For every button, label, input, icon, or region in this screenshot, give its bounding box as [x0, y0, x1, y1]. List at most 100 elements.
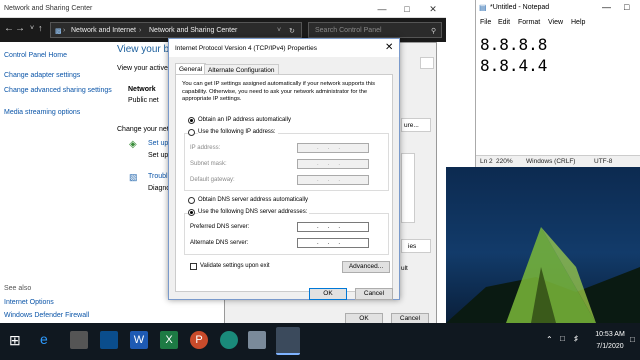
menu-file[interactable]: File — [480, 19, 491, 26]
properties-button[interactable]: ies — [401, 239, 431, 253]
menu-format[interactable]: Format — [518, 19, 540, 26]
use-dns-radio[interactable] — [188, 209, 195, 216]
troubleshoot-icon: ▧ — [129, 172, 138, 182]
close-icon[interactable]: ✕ — [385, 42, 393, 53]
status-zoom: 220% — [496, 158, 513, 165]
list-scrollbar[interactable] — [401, 153, 415, 223]
ok-button[interactable]: OK — [309, 288, 347, 300]
breadcrumb-item[interactable]: Network and Sharing Center — [149, 27, 237, 34]
status-encoding: UTF-8 — [594, 158, 613, 165]
mail-icon[interactable] — [100, 331, 118, 349]
sidebar-item-firewall[interactable]: Windows Defender Firewall — [4, 312, 89, 319]
notepad-window: ▤ *Untitled - Notepad — □ File Edit Form… — [475, 0, 640, 167]
taskbar: ⊞ e W X P ⌃ □ ♯ 10:53 AM 7/1/2020 □ — [0, 323, 640, 360]
store-icon[interactable] — [70, 331, 88, 349]
status-line-ending: Windows (CRLF) — [526, 158, 576, 165]
excel-icon[interactable]: X — [160, 331, 178, 349]
network-type: Public net — [128, 97, 159, 104]
network-icon[interactable]: □ — [560, 334, 565, 343]
sidebar-item-home[interactable]: Control Panel Home — [4, 52, 67, 59]
up-icon[interactable]: ↑ — [38, 23, 43, 33]
ip-address-field[interactable]: ... — [297, 143, 369, 153]
tray-chevron-icon[interactable]: ⌃ — [546, 335, 553, 344]
dialog-title: Internet Protocol Version 4 (TCP/IPv4) P… — [175, 45, 317, 52]
app-icon[interactable] — [220, 331, 238, 349]
maximize-icon[interactable]: □ — [624, 2, 629, 12]
use-ip-label: Use the following IP address: — [198, 129, 278, 135]
minimize-icon[interactable]: — — [375, 3, 389, 15]
status-position: Ln 2 — [480, 158, 493, 165]
menu-help[interactable]: Help — [571, 19, 585, 26]
notepad-taskbar-icon[interactable] — [248, 331, 266, 349]
sidebar-item-internet-options[interactable]: Internet Options — [4, 299, 54, 306]
validate-checkbox[interactable] — [190, 263, 197, 270]
start-icon[interactable]: ⊞ — [9, 332, 21, 349]
configure-label: ure... — [404, 122, 419, 129]
troubleshoot-link[interactable]: Troubl — [148, 173, 168, 180]
notepad-title-bar: ▤ *Untitled - Notepad — □ — [476, 0, 640, 16]
network-setup-icon: ◈ — [129, 139, 137, 150]
refresh-icon[interactable]: ↻ — [289, 27, 295, 35]
see-also-label: See also — [4, 285, 32, 292]
use-dns-label: Use the following DNS server addresses: — [198, 209, 310, 215]
alternate-dns-field[interactable]: ... — [297, 238, 369, 248]
chevron-right-icon: › — [63, 27, 66, 34]
chevron-down-icon[interactable]: ˅ — [277, 27, 281, 34]
forward-icon[interactable]: → — [15, 23, 25, 34]
sidebar-item-sharing[interactable]: Change advanced sharing settings — [4, 86, 114, 95]
back-icon[interactable]: ← — [4, 23, 14, 34]
description-fragment: ult — [401, 265, 408, 272]
breadcrumb[interactable]: ▩ › Network and Internet › Network and S… — [50, 22, 302, 38]
text-line: 8.8.4.4 — [480, 56, 548, 75]
text-line: 8.8.8.8 — [480, 35, 548, 54]
subnet-mask-field[interactable]: ... — [297, 159, 369, 169]
control-panel-icon: ▩ — [55, 28, 62, 35]
menu-view[interactable]: View — [548, 19, 563, 26]
notepad-text-area[interactable]: 8.8.8.8 8.8.4.4 — [480, 34, 547, 76]
advanced-button[interactable]: Advanced... — [342, 261, 390, 273]
notepad-status-bar: Ln 2 220% Windows (CRLF) UTF-8 — [476, 155, 640, 167]
menu-edit[interactable]: Edit — [498, 19, 510, 26]
close-icon[interactable] — [420, 57, 434, 69]
minimize-icon[interactable]: — — [602, 2, 611, 12]
notepad-title: *Untitled - Notepad — [490, 4, 550, 11]
wallpaper-tent-image — [446, 227, 640, 323]
preferred-dns-label: Preferred DNS server: — [190, 224, 250, 230]
cancel-button[interactable]: Cancel — [355, 288, 393, 300]
validate-label: Validate settings upon exit — [200, 263, 270, 269]
window-title: Network and Sharing Center — [4, 5, 93, 12]
breadcrumb-item[interactable]: Network and Internet — [71, 27, 136, 34]
search-icon[interactable]: ⚲ — [431, 27, 436, 35]
powerpoint-icon[interactable]: P — [190, 331, 208, 349]
tcpip-properties-dialog: Internet Protocol Version 4 (TCP/IPv4) P… — [168, 38, 400, 300]
word-icon[interactable]: W — [130, 331, 148, 349]
volume-icon[interactable]: ♯ — [574, 334, 578, 343]
desktop-wallpaper — [446, 167, 640, 323]
search-input[interactable]: Search Control Panel ⚲ — [308, 22, 442, 38]
network-name: Network — [128, 86, 156, 93]
use-ip-radio[interactable] — [188, 129, 195, 136]
maximize-icon[interactable]: □ — [400, 3, 414, 15]
default-gateway-field[interactable]: ... — [297, 175, 369, 185]
configure-button[interactable]: ure... — [401, 118, 431, 132]
subnet-mask-label: Subnet mask: — [190, 161, 227, 167]
chevron-right-icon: › — [139, 27, 142, 34]
setup-link[interactable]: Set up — [148, 140, 168, 147]
edge-icon[interactable]: e — [40, 331, 58, 349]
section-label: Change your net — [117, 126, 169, 133]
intro-text: You can get IP settings assigned automat… — [182, 81, 376, 102]
setup-desc: Set up — [148, 152, 169, 159]
recent-dropdown-icon[interactable]: ˅ — [30, 25, 34, 32]
obtain-dns-radio[interactable] — [188, 197, 195, 204]
preferred-dns-field[interactable]: ... — [297, 222, 369, 232]
dns-server-group — [184, 213, 389, 255]
notification-icon[interactable]: □ — [630, 335, 635, 344]
notepad-icon: ▤ — [479, 3, 487, 12]
obtain-ip-label: Obtain an IP address automatically — [198, 117, 291, 123]
obtain-ip-radio[interactable] — [188, 117, 195, 124]
sidebar-item-adapter[interactable]: Change adapter settings — [4, 72, 80, 79]
sidebar-item-media[interactable]: Media streaming options — [4, 109, 80, 116]
dialog-title-bar: Internet Protocol Version 4 (TCP/IPv4) P… — [169, 39, 399, 57]
control-panel-taskbar-icon[interactable] — [276, 327, 300, 355]
close-icon[interactable]: ✕ — [426, 3, 440, 15]
